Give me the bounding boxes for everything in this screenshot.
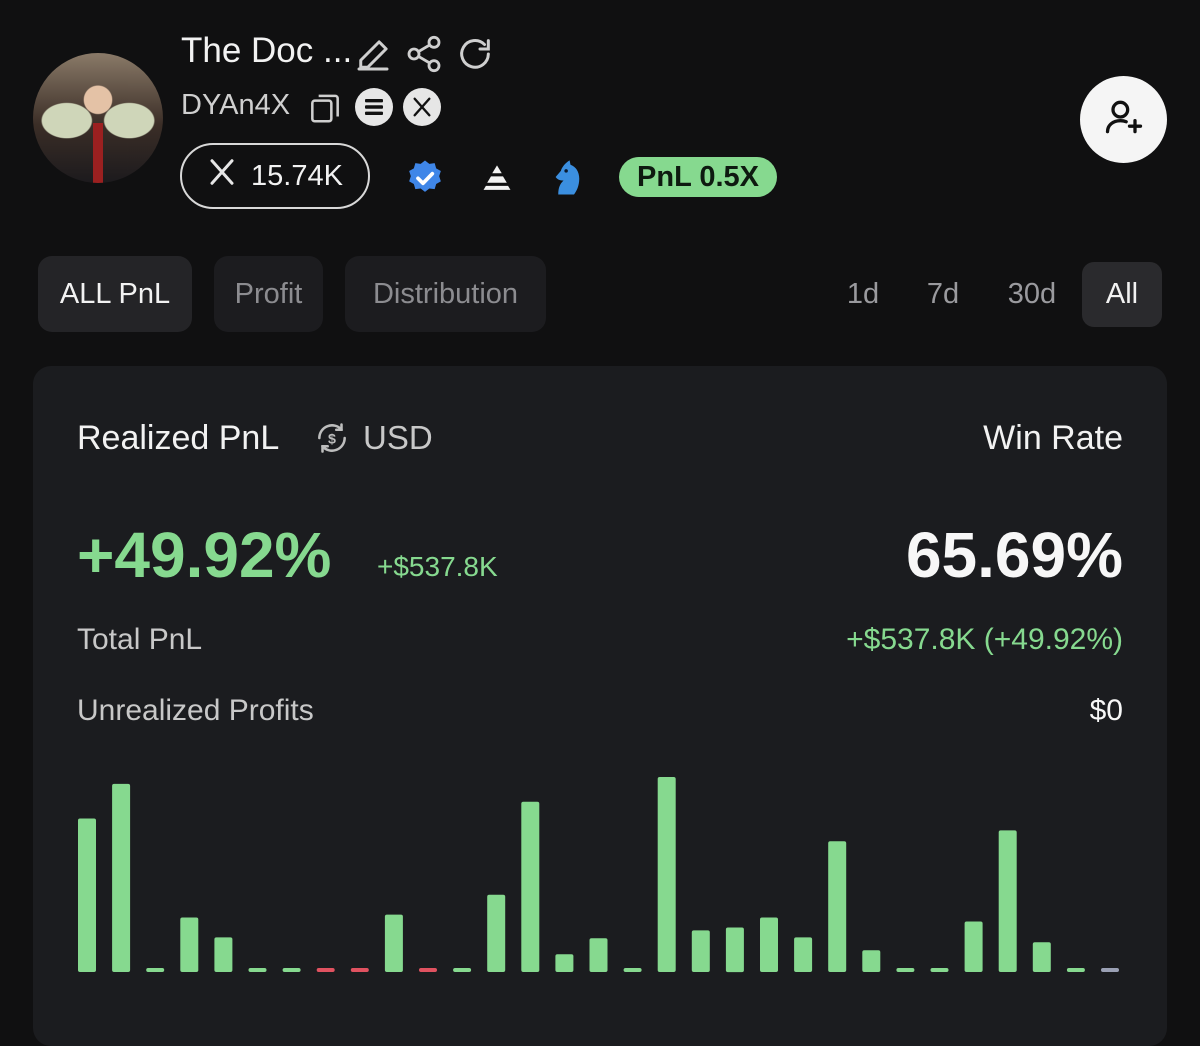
x-followers-count: 15.74K xyxy=(251,159,343,192)
profile-name: The Doc ... xyxy=(181,31,353,70)
copy-icon[interactable] xyxy=(306,88,344,126)
pnl-bar[interactable] xyxy=(282,968,301,972)
verified-badge-icon xyxy=(405,158,445,203)
pnl-bar[interactable] xyxy=(623,968,642,972)
pnl-bar[interactable] xyxy=(930,968,949,972)
pnl-bar[interactable] xyxy=(419,968,437,972)
tab-distribution[interactable]: Distribution xyxy=(345,256,546,332)
pnl-card: Realized PnL $ USD Win Rate +49.92% +$53… xyxy=(33,366,1167,1046)
pnl-bar[interactable] xyxy=(760,917,778,973)
pnl-bar[interactable] xyxy=(214,937,233,972)
pnl-bar[interactable] xyxy=(657,777,676,972)
user-plus-icon xyxy=(1102,95,1146,144)
pnl-bar[interactable] xyxy=(350,968,369,972)
pnl-bar[interactable] xyxy=(248,968,267,972)
refresh-icon[interactable] xyxy=(455,34,495,74)
tab-profit[interactable]: Profit xyxy=(214,256,323,332)
pnl-bar[interactable] xyxy=(862,950,881,972)
share-icon[interactable] xyxy=(404,34,444,74)
pnl-multiplier-badge: PnL 0.5X xyxy=(619,157,777,197)
pnl-bar[interactable] xyxy=(725,927,744,973)
pnl-bar[interactable] xyxy=(1032,942,1051,972)
pnl-bar[interactable] xyxy=(180,917,199,973)
pnl-bar[interactable] xyxy=(1101,968,1119,972)
pnl-bar[interactable] xyxy=(112,783,131,972)
pnl-bar[interactable] xyxy=(487,894,506,972)
horse-icon xyxy=(546,156,588,203)
pyramid-icon xyxy=(478,158,516,203)
pnl-bar[interactable] xyxy=(521,801,540,972)
x-logo-icon[interactable] xyxy=(403,88,441,126)
daily-pnl-bar-chart xyxy=(78,777,1119,973)
x-logo-icon xyxy=(207,157,237,195)
range-1d[interactable]: 1d xyxy=(832,262,894,327)
range-30d[interactable]: 30d xyxy=(994,262,1070,327)
pnl-bar[interactable] xyxy=(589,938,608,972)
pnl-bar[interactable] xyxy=(828,841,847,972)
pnl-bar[interactable] xyxy=(896,968,915,972)
pnl-bar[interactable] xyxy=(384,914,403,972)
solana-icon[interactable] xyxy=(355,88,393,126)
pnl-bar[interactable] xyxy=(794,937,813,972)
range-all[interactable]: All xyxy=(1082,262,1162,327)
tab-all-pnl[interactable]: ALL PnL xyxy=(38,256,192,332)
pnl-bar[interactable] xyxy=(691,930,710,972)
range-7d[interactable]: 7d xyxy=(912,262,974,327)
pnl-bar[interactable] xyxy=(453,968,472,972)
pnl-bar[interactable] xyxy=(1066,968,1085,972)
pnl-bar[interactable] xyxy=(146,968,165,972)
add-follow-button[interactable] xyxy=(1080,76,1167,163)
wallet-handle: DYAn4X xyxy=(181,89,291,121)
pnl-bar[interactable] xyxy=(998,830,1017,972)
edit-icon[interactable] xyxy=(352,34,394,76)
avatar xyxy=(33,53,163,183)
pnl-bar[interactable] xyxy=(78,818,96,973)
pnl-bar[interactable] xyxy=(555,954,574,972)
pnl-bar[interactable] xyxy=(964,921,983,973)
x-followers-pill[interactable]: 15.74K xyxy=(180,143,370,209)
pnl-bar[interactable] xyxy=(316,968,335,972)
